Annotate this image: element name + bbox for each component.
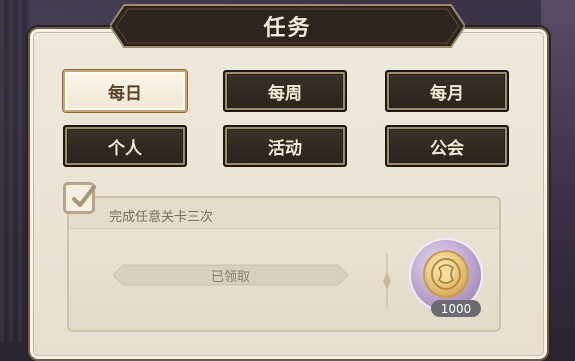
tab-personal[interactable]: 个人 (63, 125, 187, 167)
quest-title: 完成任意关卡三次 (109, 210, 214, 225)
title-banner: 任务 (110, 1, 465, 51)
background-left-decor (0, 0, 30, 342)
divider-ornament (383, 254, 391, 308)
claimed-status-bar: 已领取 (113, 263, 348, 287)
reward-amount: 1000 (431, 300, 481, 317)
tab-weekly[interactable]: 每周 (223, 70, 347, 112)
tab-label: 个人 (108, 138, 142, 159)
tab-label: 每日 (108, 83, 142, 104)
tab-guild[interactable]: 公会 (385, 125, 509, 167)
tab-label: 每月 (430, 83, 464, 104)
tab-label: 每周 (268, 83, 302, 104)
tab-monthly[interactable]: 每月 (385, 70, 509, 112)
tab-daily[interactable]: 每日 (63, 70, 187, 112)
tab-bar: 每日 每周 每月 个人 活动 公会 (63, 70, 510, 170)
tab-label: 活动 (268, 138, 302, 159)
quest-header: 完成任意关卡三次 (69, 198, 499, 229)
page-title: 任务 (263, 16, 312, 41)
tab-label: 公会 (430, 138, 464, 159)
claimed-label: 已领取 (210, 269, 250, 285)
reward-item[interactable]: 1000 (409, 238, 485, 318)
coin-emblem-icon (431, 258, 461, 290)
quest-card: 完成任意关卡三次 已领取 1000 (67, 196, 501, 332)
gold-coin-icon (423, 250, 469, 298)
tab-event[interactable]: 活动 (223, 125, 347, 167)
checkmark-icon (72, 185, 96, 207)
quest-complete-checkbox[interactable] (63, 182, 96, 214)
